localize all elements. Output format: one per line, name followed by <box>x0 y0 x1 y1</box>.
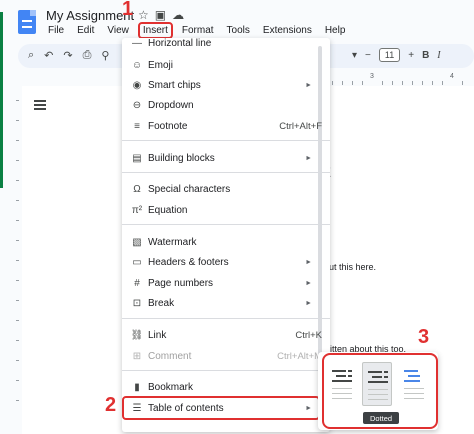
redo-icon[interactable]: ↷ <box>63 49 72 62</box>
document-left-edge <box>0 12 3 188</box>
menubar: File Edit View Insert Format Tools Exten… <box>46 22 348 39</box>
menu-item-horizontal-line[interactable]: — Horizontal line <box>122 38 330 53</box>
menu-item-label: Footnote <box>148 120 188 132</box>
submenu-arrow-icon: ► <box>305 154 312 162</box>
print-icon[interactable]: ⎙ <box>83 49 92 62</box>
menu-item-label: Break <box>148 297 175 309</box>
watermark-icon: ▧ <box>132 236 142 248</box>
vertical-ruler[interactable] <box>14 90 20 434</box>
menu-item-page-numbers[interactable]: # Page numbers ► <box>122 273 330 293</box>
annotation-step-1: 1 <box>122 0 134 20</box>
menu-separator <box>122 172 330 173</box>
menu-view[interactable]: View <box>105 24 131 37</box>
menu-help[interactable]: Help <box>323 24 348 37</box>
menu-item-link[interactable]: ⛓ Link Ctrl+K <box>122 325 330 345</box>
title-icons: ☆ ▣ ☁ <box>138 8 184 22</box>
submenu-arrow-icon: ► <box>305 279 312 287</box>
ruler-label: 3 <box>370 73 374 80</box>
decrease-font-size-button[interactable]: − <box>365 50 371 61</box>
menu-separator <box>122 140 330 141</box>
menu-item-watermark[interactable]: ▧ Watermark <box>122 232 330 252</box>
bold-button[interactable]: B <box>422 50 429 61</box>
cloud-status-icon[interactable]: ☁ <box>172 8 184 22</box>
menu-item-label: Equation <box>148 204 188 216</box>
menu-item-label: Page numbers <box>148 277 214 289</box>
menu-item-label: Link <box>148 329 167 341</box>
menu-format[interactable]: Format <box>180 24 216 37</box>
menu-item-shortcut: Ctrl+Alt+M <box>277 350 322 362</box>
annotation-step-2: 2 <box>105 394 117 416</box>
menu-edit[interactable]: Edit <box>75 24 96 37</box>
submenu-arrow-icon: ► <box>305 299 312 307</box>
menu-extensions[interactable]: Extensions <box>261 24 314 37</box>
smart-chips-icon: ◉ <box>132 79 142 91</box>
menu-item-special-characters[interactable]: Ω Special characters <box>122 179 330 199</box>
menu-separator <box>122 224 330 225</box>
menu-item-shortcut: Ctrl+Alt+F <box>279 120 322 132</box>
undo-icon[interactable]: ↶ <box>44 49 53 62</box>
menu-item-label: Dropdown <box>148 99 194 111</box>
menu-item-label: Headers & footers <box>148 256 229 268</box>
menu-item-label: Special characters <box>148 183 231 195</box>
ruler-label: 4 <box>450 73 454 80</box>
horizontal-line-icon: — <box>132 38 142 49</box>
special-characters-icon: Ω <box>133 183 141 195</box>
star-icon[interactable]: ☆ <box>138 8 149 22</box>
menu-item-shortcut: Ctrl+K <box>295 329 322 341</box>
emoji-icon: ☺ <box>131 59 143 71</box>
building-blocks-icon: ▤ <box>132 152 142 164</box>
increase-font-size-button[interactable]: + <box>408 50 414 61</box>
search-icon[interactable]: ⌕ <box>28 49 34 62</box>
style-dropdown-icon[interactable]: ▾ <box>352 50 357 61</box>
bookmark-icon: ▮ <box>134 381 140 393</box>
menu-item-label: Smart chips <box>148 79 201 91</box>
docs-logo-icon[interactable] <box>18 10 36 34</box>
menu-item-footnote[interactable]: ≡ Footnote Ctrl+Alt+F <box>122 116 330 136</box>
menu-item-headers-footers[interactable]: ▭ Headers & footers ► <box>122 252 330 272</box>
page-numbers-icon: # <box>134 277 140 289</box>
menu-insert[interactable]: Insert <box>137 22 173 39</box>
submenu-arrow-icon: ► <box>305 81 312 89</box>
menu-item-comment: ⊞ Comment Ctrl+Alt+M <box>122 346 330 366</box>
menu-separator <box>122 370 330 371</box>
menu-file[interactable]: File <box>46 24 66 37</box>
menu-item-bookmark[interactable]: ▮ Bookmark <box>122 377 330 397</box>
dropdown-icon: ⊖ <box>132 99 142 111</box>
menu-item-label: Bookmark <box>148 381 194 393</box>
menu-item-label: Watermark <box>148 236 197 248</box>
menu-item-label: Building blocks <box>148 152 215 164</box>
menu-separator <box>122 318 330 319</box>
annotation-step-3: 3 <box>418 326 430 348</box>
link-icon: ⛓ <box>130 329 144 341</box>
document-title[interactable]: My Assignment <box>46 8 134 23</box>
footnote-icon: ≡ <box>134 120 140 132</box>
equation-icon: π² <box>131 204 143 216</box>
paint-format-icon[interactable]: ⚲ <box>101 49 109 62</box>
tooltip-dotted: Dotted <box>363 412 399 424</box>
menu-item-smart-chips[interactable]: ◉ Smart chips ► <box>122 75 330 95</box>
menu-item-label: Comment <box>148 350 192 362</box>
document-outline-icon[interactable] <box>34 100 46 110</box>
menu-item-label: Emoji <box>148 59 174 71</box>
horizontal-ruler[interactable]: 3 4 <box>324 73 474 85</box>
font-size-input[interactable]: 11 <box>378 48 401 62</box>
italic-button[interactable]: I <box>437 50 440 61</box>
table-of-contents-highlight <box>122 396 320 420</box>
menu-item-building-blocks[interactable]: ▤ Building blocks ► <box>122 148 330 168</box>
menu-item-break[interactable]: ⊡ Break ► <box>122 293 330 313</box>
submenu-arrow-icon: ► <box>305 258 312 266</box>
menu-item-dropdown[interactable]: ⊖ Dropdown <box>122 95 330 115</box>
menu-item-label: Horizontal line <box>148 38 212 49</box>
comment-icon: ⊞ <box>132 350 142 362</box>
insert-menu: — Horizontal line ☺ Emoji ◉ Smart chips … <box>122 38 330 432</box>
menu-tools[interactable]: Tools <box>225 24 252 37</box>
headers-footers-icon: ▭ <box>132 256 142 268</box>
menu-item-emoji[interactable]: ☺ Emoji <box>122 55 330 75</box>
document-text-line: out this here. <box>324 262 377 272</box>
move-folder-icon[interactable]: ▣ <box>155 8 166 22</box>
menu-item-equation[interactable]: π² Equation <box>122 200 330 220</box>
break-icon: ⊡ <box>132 297 142 309</box>
